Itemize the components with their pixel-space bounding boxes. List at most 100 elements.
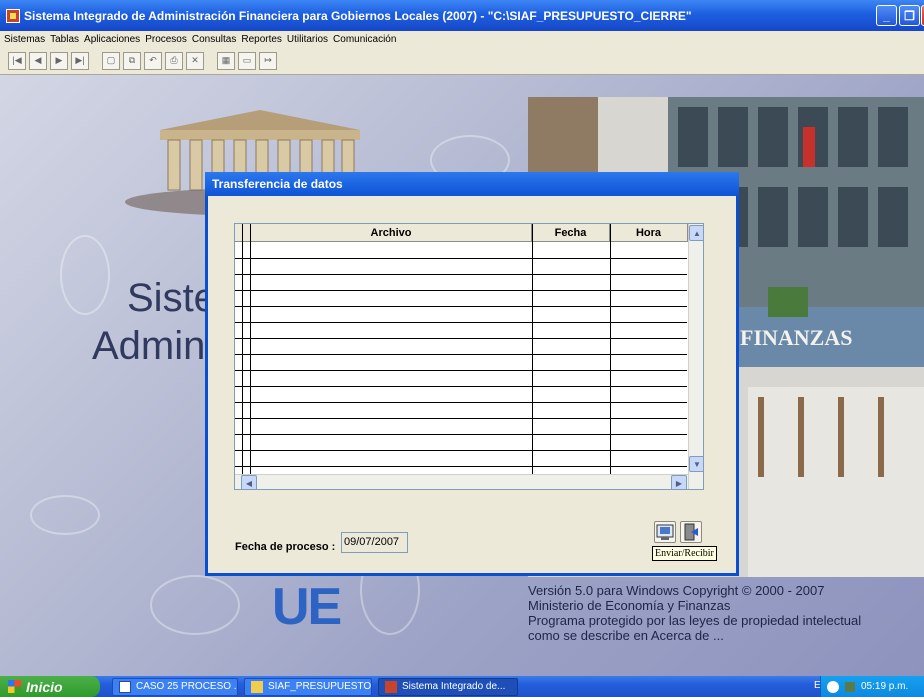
menu-consultas[interactable]: Consultas [192,34,236,45]
prev-icon: ◀ [34,55,42,65]
save-icon: ▭ [242,55,252,65]
version-line: Versión 5.0 para Windows Copyright © 200… [528,583,825,598]
volume-icon[interactable] [845,681,855,692]
taskbar-item-word[interactable]: CASO 25 PROCESO ... [112,677,238,696]
undo-icon: ↶ [149,55,157,65]
app-icon [6,8,20,23]
chevron-right-icon: ▶ [675,478,683,488]
scroll-right-button[interactable]: ▶ [671,475,687,489]
prev-record-button[interactable]: ◀ [29,51,47,70]
table-row[interactable] [235,435,687,451]
exit-button[interactable]: ↦ [259,51,277,70]
column-fecha[interactable]: Fecha [532,224,610,242]
menu-sistemas[interactable]: Sistemas [4,34,45,45]
menu-utilitarios[interactable]: Utilitarios [287,34,328,45]
taskbar: Inicio CASO 25 PROCESO ... SIAF_PRESUPUE… [0,676,924,697]
table-row[interactable] [235,275,687,291]
restore-icon: ❐ [904,8,915,23]
menu-procesos[interactable]: Procesos [145,34,187,45]
task-label: SIAF_PRESUPUESTO... [268,681,372,692]
table-row[interactable] [235,307,687,323]
word-doc-icon [119,680,131,693]
save-button[interactable]: ▭ [238,51,256,70]
column-hora[interactable]: Hora [610,224,688,242]
first-record-button[interactable]: |◀ [8,51,26,70]
print-icon: ⎙ [170,55,178,65]
ue-logo: UE [272,578,342,636]
fecha-proceso-field[interactable]: 09/07/2007 [341,532,408,553]
table-row[interactable] [235,387,687,403]
system-tray: 05:19 p.m. [820,676,924,697]
maximize-button[interactable]: ❐ [899,5,920,26]
transfer-dialog: Transferencia de datos Archivo Fecha Hor… [205,172,739,576]
ministry-line: Ministerio de Economía y Finanzas [528,598,731,613]
table-row[interactable] [235,403,687,419]
menu-aplicaciones[interactable]: Aplicaciones [84,34,140,45]
exit-icon: ↦ [264,55,272,65]
minimize-button[interactable]: _ [876,5,897,26]
dialog-title: Transferencia de datos [212,177,343,191]
task-label: Sistema Integrado de... [402,681,506,692]
folder-icon [251,680,263,693]
copy-icon: ⧉ [128,55,136,65]
last-icon: ▶| [75,55,85,65]
task-label: CASO 25 PROCESO ... [136,681,238,692]
taskbar-item-folder[interactable]: SIAF_PRESUPUESTO... [244,677,372,696]
window-title: Sistema Integrado de Administración Fina… [24,8,692,23]
menu-comunicacion[interactable]: Comunicación [333,34,396,45]
new-button[interactable]: ▢ [102,51,120,70]
network-icon[interactable] [827,680,839,693]
fecha-proceso-label: Fecha de proceso : [235,541,336,553]
table-row[interactable] [235,355,687,371]
filter-icon: ▦ [221,55,231,65]
table-row[interactable] [235,371,687,387]
table-row[interactable] [235,259,687,275]
grid-header: Archivo Fecha Hora [235,224,703,242]
send-receive-tooltip: Enviar/Recibir [652,546,717,561]
delete-icon: ✕ [191,55,199,65]
table-row[interactable] [235,243,687,259]
first-icon: |◀ [12,55,22,65]
print-button[interactable]: ⎙ [165,51,183,70]
menu-tablas[interactable]: Tablas [50,34,79,45]
scroll-down-button[interactable]: ▼ [689,456,703,472]
exit-dialog-button[interactable] [680,521,702,543]
next-record-button[interactable]: ▶ [50,51,68,70]
start-label: Inicio [26,678,63,695]
copyright-line: Programa protegido por las leyes de prop… [528,613,862,628]
files-grid[interactable]: Archivo Fecha Hora ▲ ▼ ◀ ▶ [234,223,704,490]
table-row[interactable] [235,451,687,467]
last-record-button[interactable]: ▶| [71,51,89,70]
app-titlebar[interactable]: Sistema Integrado de Administración Fina… [0,0,924,31]
send-receive-icon [656,524,674,540]
table-row[interactable] [235,291,687,307]
table-row[interactable] [235,419,687,435]
siaf-app-icon [385,680,397,693]
building-sign: FINANZAS [740,325,852,350]
toolbar: |◀ ◀ ▶ ▶| ▢ ⧉ ↶ ⎙ ✕ ▦ ▭ ↦ [0,47,924,75]
table-row[interactable] [235,323,687,339]
start-button[interactable]: Inicio [0,676,100,697]
dialog-titlebar[interactable]: Transferencia de datos [205,172,739,196]
exit-door-icon [684,523,698,541]
vertical-scrollbar[interactable]: ▲ ▼ [688,224,703,489]
about-line: como se describe en Acerca de ... [528,628,724,643]
minimize-icon: _ [883,8,890,23]
column-archivo[interactable]: Archivo [251,224,532,242]
filter-button[interactable]: ▦ [217,51,235,70]
send-receive-button[interactable] [654,521,676,543]
copy-button[interactable]: ⧉ [123,51,141,70]
menu-reportes[interactable]: Reportes [241,34,282,45]
new-doc-icon: ▢ [106,55,116,65]
scroll-left-button[interactable]: ◀ [241,475,257,489]
version-info: Versión 5.0 para Windows Copyright © 200… [528,583,861,643]
table-row[interactable] [235,339,687,355]
scroll-up-button[interactable]: ▲ [689,225,703,241]
horizontal-scrollbar[interactable]: ◀ ▶ [235,474,688,489]
chevron-down-icon: ▼ [693,459,701,469]
delete-button[interactable]: ✕ [186,51,204,70]
undo-button[interactable]: ↶ [144,51,162,70]
taskbar-item-siaf[interactable]: Sistema Integrado de... [378,677,518,696]
row-selector-header [235,224,251,242]
clock[interactable]: 05:19 p.m. [861,681,908,692]
